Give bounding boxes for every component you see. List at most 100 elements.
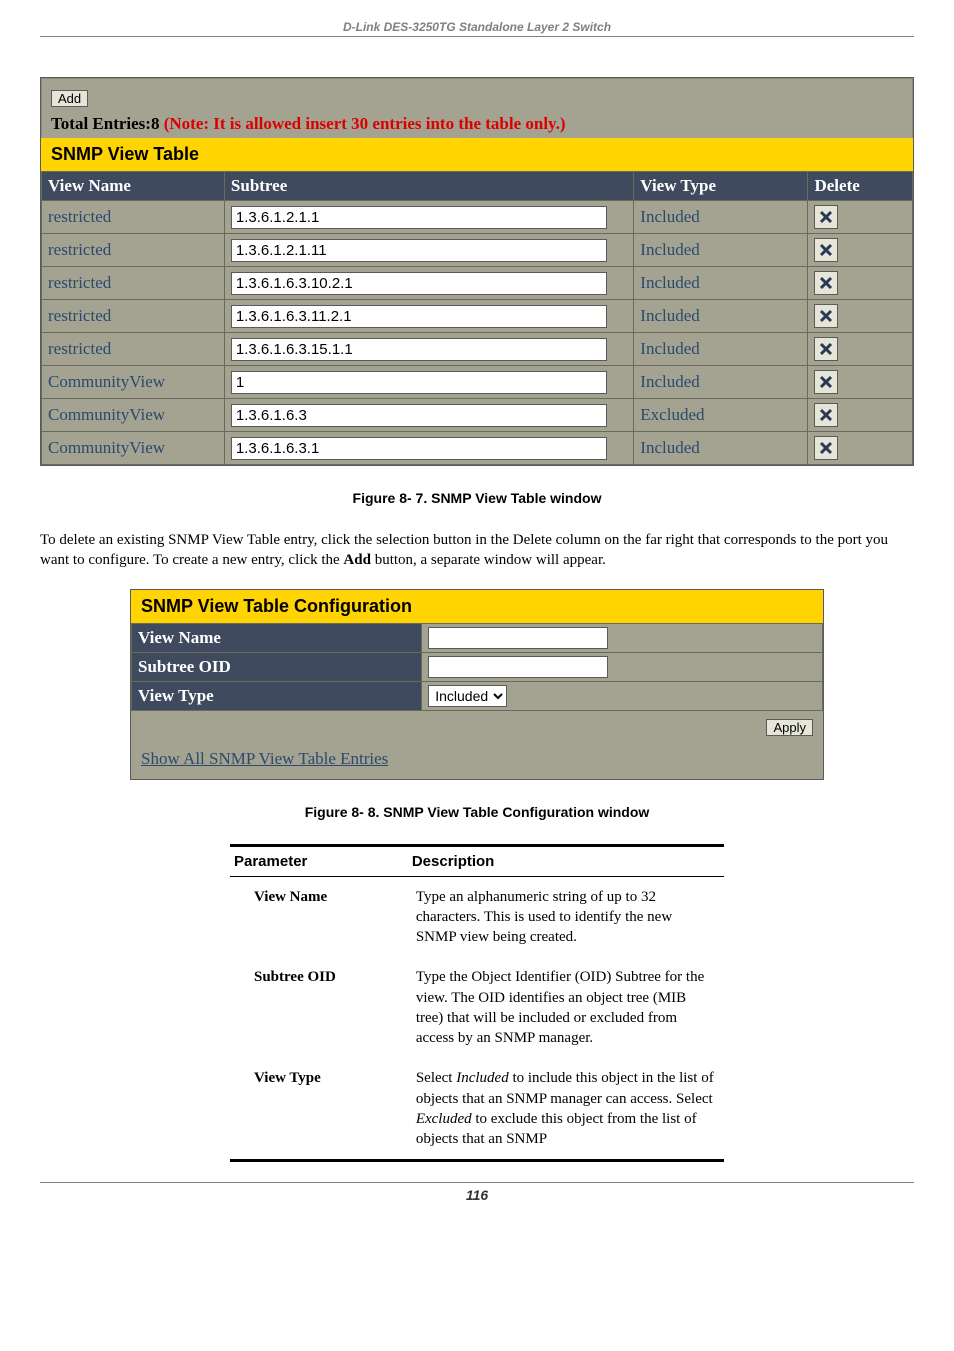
param-row: Subtree OID Type the Object Identifier (… bbox=[230, 957, 724, 1058]
param-row: View Name Type an alphanumeric string of… bbox=[230, 876, 724, 957]
subtree-value: 1.3.6.1.6.3.15.1.1 bbox=[231, 338, 608, 361]
doc-header: D-Link DES-3250TG Standalone Layer 2 Swi… bbox=[40, 20, 914, 37]
view-type-select[interactable]: Included bbox=[428, 685, 507, 707]
cell-subtree: 1.3.6.1.2.1.11 bbox=[224, 234, 633, 267]
cell-subtree: 1 bbox=[224, 366, 633, 399]
snmp-view-table-config-panel: SNMP View Table Configuration View Name … bbox=[130, 589, 824, 780]
figure-8-7-caption: Figure 8- 7. SNMP View Table window bbox=[40, 490, 914, 506]
table-row: restricted1.3.6.1.6.3.15.1.1Included bbox=[42, 333, 913, 366]
cell-subtree: 1.3.6.1.2.1.1 bbox=[224, 201, 633, 234]
total-entries-line: Total Entries:8 (Note: It is allowed ins… bbox=[41, 114, 913, 138]
table-row: restricted1.3.6.1.6.3.10.2.1Included bbox=[42, 267, 913, 300]
cfg-label-subtree-oid: Subtree OID bbox=[132, 652, 422, 681]
subtree-oid-input[interactable] bbox=[428, 656, 608, 678]
cell-view-type: Included bbox=[634, 366, 808, 399]
table-row: CommunityView 1 Included bbox=[42, 366, 913, 399]
subtree-value: 1 bbox=[231, 371, 608, 394]
view-name-input[interactable] bbox=[428, 627, 608, 649]
table-row: CommunityView 1.3.6.1.6.3.1 Included bbox=[42, 432, 913, 465]
delete-button[interactable] bbox=[814, 370, 838, 394]
delete-button[interactable] bbox=[814, 304, 838, 328]
cell-view-name: restricted bbox=[42, 300, 225, 333]
body-paragraph: To delete an existing SNMP View Table en… bbox=[40, 530, 914, 571]
cell-view-name: CommunityView bbox=[42, 366, 225, 399]
cfg-label-view-name: View Name bbox=[132, 623, 422, 652]
close-icon bbox=[819, 309, 833, 323]
subtree-value: 1.3.6.1.2.1.11 bbox=[231, 239, 608, 262]
cell-view-type: Included bbox=[634, 333, 808, 366]
cell-view-type: Included bbox=[634, 300, 808, 333]
cell-view-type: Included bbox=[634, 432, 808, 465]
param-desc-subtree-oid: Type the Object Identifier (OID) Subtree… bbox=[408, 957, 724, 1058]
cell-subtree: 1.3.6.1.6.3.1 bbox=[224, 432, 633, 465]
cell-subtree: 1.3.6.1.6.3.10.2.1 bbox=[224, 267, 633, 300]
cell-delete bbox=[808, 201, 913, 234]
col-header-delete: Delete bbox=[808, 172, 913, 201]
apply-button[interactable]: Apply bbox=[766, 719, 813, 736]
delete-button[interactable] bbox=[814, 337, 838, 361]
param-header-description: Description bbox=[408, 845, 724, 876]
snmp-view-table-panel: Add Total Entries:8 (Note: It is allowed… bbox=[40, 77, 914, 466]
cell-view-type: Included bbox=[634, 234, 808, 267]
close-icon bbox=[819, 375, 833, 389]
delete-button[interactable] bbox=[814, 205, 838, 229]
close-icon bbox=[819, 276, 833, 290]
table-row: restricted 1.3.6.1.2.1.1 Included bbox=[42, 201, 913, 234]
show-all-entries-link[interactable]: Show All SNMP View Table Entries bbox=[141, 749, 388, 768]
cell-view-name: restricted bbox=[42, 201, 225, 234]
cell-subtree: 1.3.6.1.6.3 bbox=[224, 399, 633, 432]
cell-delete bbox=[808, 234, 913, 267]
cell-delete bbox=[808, 333, 913, 366]
close-icon bbox=[819, 342, 833, 356]
snmp-view-table-config-title: SNMP View Table Configuration bbox=[131, 590, 823, 623]
param-desc-vt-pre: Select bbox=[416, 1070, 456, 1086]
table-row: restricted 1.3.6.1.6.3.11.2.1 Included bbox=[42, 300, 913, 333]
close-icon bbox=[819, 441, 833, 455]
param-name-view-name: View Name bbox=[230, 876, 408, 957]
delete-button[interactable] bbox=[814, 238, 838, 262]
cell-view-type: Included bbox=[634, 201, 808, 234]
col-header-subtree: Subtree bbox=[224, 172, 633, 201]
table-row: restricted 1.3.6.1.2.1.11 Included bbox=[42, 234, 913, 267]
param-row: View Type Select Included to include thi… bbox=[230, 1058, 724, 1161]
subtree-value: 1.3.6.1.6.3 bbox=[231, 404, 608, 427]
cell-delete bbox=[808, 300, 913, 333]
snmp-view-table-title: SNMP View Table bbox=[41, 138, 913, 171]
col-header-view-name: View Name bbox=[42, 172, 225, 201]
param-desc-vt-excluded: Excluded bbox=[416, 1111, 472, 1127]
total-entries-count: Total Entries:8 bbox=[51, 114, 159, 133]
cell-delete bbox=[808, 399, 913, 432]
cfg-label-view-type: View Type bbox=[132, 681, 422, 710]
cell-delete bbox=[808, 432, 913, 465]
close-icon bbox=[819, 408, 833, 422]
cell-view-name: CommunityView bbox=[42, 432, 225, 465]
parameter-table: Parameter Description View Name Type an … bbox=[230, 844, 724, 1163]
subtree-value: 1.3.6.1.6.3.10.2.1 bbox=[231, 272, 608, 295]
page-number: 116 bbox=[40, 1183, 914, 1203]
param-name-subtree-oid: Subtree OID bbox=[230, 957, 408, 1058]
cell-subtree: 1.3.6.1.6.3.15.1.1 bbox=[224, 333, 633, 366]
param-header-parameter: Parameter bbox=[230, 845, 408, 876]
delete-button[interactable] bbox=[814, 271, 838, 295]
body-text-add: Add bbox=[343, 552, 371, 568]
cell-delete bbox=[808, 366, 913, 399]
add-button[interactable]: Add bbox=[51, 90, 88, 107]
subtree-value: 1.3.6.1.6.3.1 bbox=[231, 437, 608, 460]
param-desc-vt-included: Included bbox=[456, 1070, 508, 1086]
delete-button[interactable] bbox=[814, 403, 838, 427]
cell-view-name: CommunityView bbox=[42, 399, 225, 432]
delete-button[interactable] bbox=[814, 436, 838, 460]
cell-view-name: restricted bbox=[42, 234, 225, 267]
col-header-view-type: View Type bbox=[634, 172, 808, 201]
figure-8-8-caption: Figure 8- 8. SNMP View Table Configurati… bbox=[40, 804, 914, 820]
table-row: CommunityView 1.3.6.1.6.3 Excluded bbox=[42, 399, 913, 432]
subtree-value: 1.3.6.1.6.3.11.2.1 bbox=[231, 305, 608, 328]
body-text-1c: button, a separate window will appear. bbox=[371, 552, 606, 568]
close-icon bbox=[819, 243, 833, 257]
cell-view-type: Excluded bbox=[634, 399, 808, 432]
cell-subtree: 1.3.6.1.6.3.11.2.1 bbox=[224, 300, 633, 333]
subtree-value: 1.3.6.1.2.1.1 bbox=[231, 206, 608, 229]
cell-view-name: restricted bbox=[42, 267, 225, 300]
snmp-view-table: View Name Subtree View Type Delete restr… bbox=[41, 171, 913, 465]
close-icon bbox=[819, 210, 833, 224]
